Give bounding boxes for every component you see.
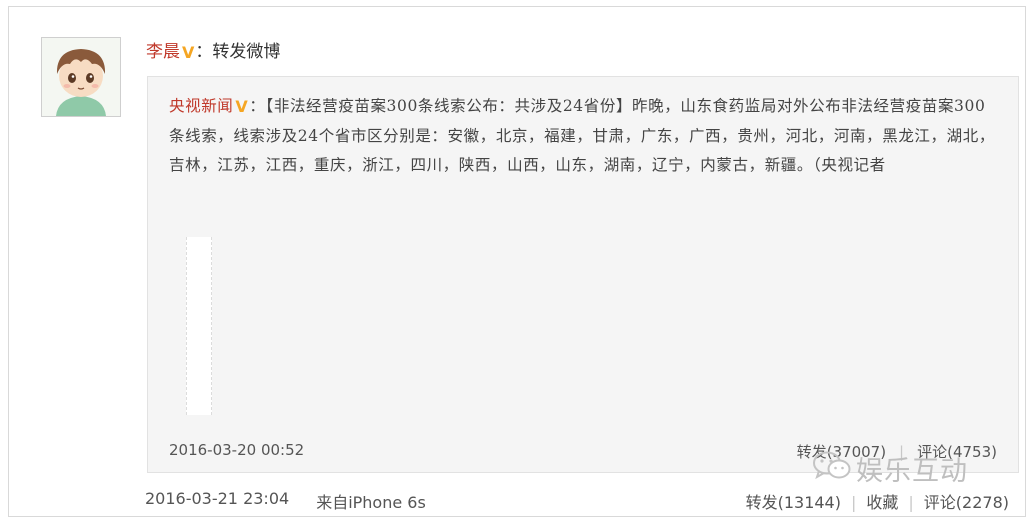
watermark: 娱乐互动 (812, 450, 1012, 494)
original-media-image[interactable] (186, 237, 212, 415)
comment-link[interactable]: 评论(2278) (924, 493, 1009, 512)
post-timestamp-link[interactable]: 2016-03-21 23:04 (145, 489, 289, 508)
original-body-text: ：【非法经营疫苗案300条线索公布：共涉及24省份】昨晚，山东食药监局对外公布非… (169, 97, 995, 174)
post-header: 李晨 V：转发微博 (146, 41, 280, 63)
favorite-link[interactable]: 收藏 (866, 493, 898, 512)
post-action-text: ：转发微博 (195, 42, 281, 62)
repost-link[interactable]: 转发(13144) (746, 493, 841, 512)
divider: | (850, 493, 857, 512)
original-author-link[interactable]: 央视新闻 (169, 97, 233, 115)
verified-badge-icon: V (182, 43, 195, 62)
wechat-icon (812, 450, 852, 494)
original-timestamp-link[interactable]: 2016-03-20 00:52 (169, 441, 304, 459)
weibo-post-card: 李晨 V：转发微博 央视新闻 V：【非法经营疫苗案300条线索公布：共涉及24省份】… (8, 6, 1026, 517)
original-verified-badge-icon: V (235, 97, 249, 116)
author-name-link[interactable]: 李晨 (146, 42, 180, 62)
avatar[interactable] (41, 37, 121, 117)
divider: | (908, 493, 914, 512)
watermark-text: 娱乐互动 (856, 456, 968, 487)
post-source-text: 来自iPhone 6s (316, 493, 426, 512)
reposted-original-panel: 央视新闻 V：【非法经营疫苗案300条线索公布：共涉及24省份】昨晚，山东食药监局… (147, 76, 1019, 473)
original-post-text: 央视新闻 V：【非法经营疫苗案300条线索公布：共涉及24省份】昨晚，山东食药监局… (169, 91, 999, 181)
cartoon-boy-avatar-icon (42, 38, 120, 116)
